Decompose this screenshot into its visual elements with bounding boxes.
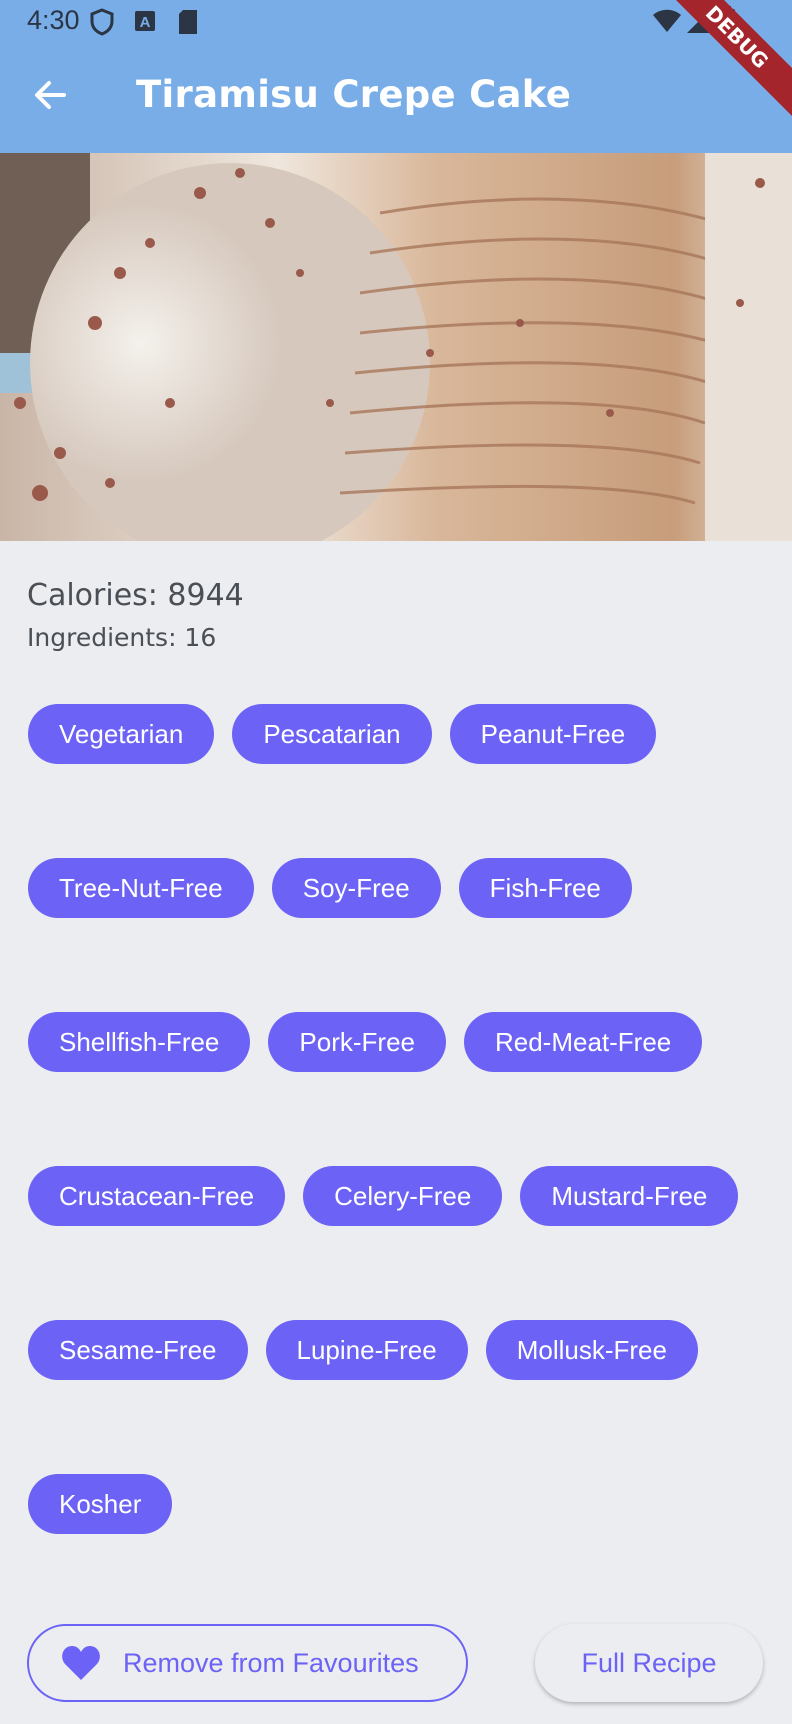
back-button[interactable] bbox=[24, 71, 76, 123]
tag-chip[interactable]: Tree-Nut-Free bbox=[28, 858, 254, 918]
svg-text:A: A bbox=[140, 14, 151, 31]
shield-icon bbox=[90, 8, 114, 41]
tag-chip[interactable]: Sesame-Free bbox=[28, 1320, 248, 1380]
ingredients-text: Ingredients: 16 bbox=[27, 623, 217, 652]
debug-banner-container: DEBUG bbox=[652, 0, 792, 140]
page-title: Tiramisu Crepe Cake bbox=[136, 73, 572, 116]
tag-chip[interactable]: Fish-Free bbox=[458, 858, 632, 918]
tag-chip[interactable]: Lupine-Free bbox=[265, 1320, 468, 1380]
tag-chip[interactable]: Mollusk-Free bbox=[485, 1320, 698, 1380]
sd-card-icon bbox=[177, 9, 199, 40]
tag-chip[interactable]: Mustard-Free bbox=[520, 1166, 739, 1226]
tag-chip[interactable]: Red-Meat-Free bbox=[463, 1012, 703, 1072]
tag-chip[interactable]: Pork-Free bbox=[268, 1012, 446, 1072]
tag-chip[interactable]: Celery-Free bbox=[303, 1166, 503, 1226]
tag-chip[interactable]: Kosher bbox=[28, 1474, 173, 1534]
arrow-back-icon bbox=[32, 77, 68, 118]
tag-chip[interactable]: Vegetarian bbox=[28, 704, 215, 764]
font-a-icon: A bbox=[134, 10, 156, 37]
tag-chip[interactable]: Crustacean-Free bbox=[28, 1166, 286, 1226]
tag-chip[interactable]: Soy-Free bbox=[271, 858, 441, 918]
remove-favourite-button[interactable]: Remove from Favourites bbox=[27, 1624, 468, 1702]
tag-chip[interactable]: Pescatarian bbox=[232, 704, 432, 764]
recipe-image bbox=[0, 153, 792, 541]
tag-chip[interactable]: Shellfish-Free bbox=[28, 1012, 251, 1072]
status-time: 4:30 bbox=[27, 5, 80, 35]
debug-banner: DEBUG bbox=[657, 0, 792, 117]
health-labels: Vegetarian Pescatarian Peanut-Free Tree-… bbox=[28, 704, 768, 1534]
full-recipe-label: Full Recipe bbox=[581, 1647, 717, 1678]
remove-favourite-label: Remove from Favourites bbox=[123, 1647, 419, 1678]
tag-chip[interactable]: Peanut-Free bbox=[449, 704, 657, 764]
full-recipe-button[interactable]: Full Recipe bbox=[535, 1624, 763, 1702]
heart-icon bbox=[61, 1645, 101, 1681]
calories-text: Calories: 8944 bbox=[27, 578, 244, 613]
